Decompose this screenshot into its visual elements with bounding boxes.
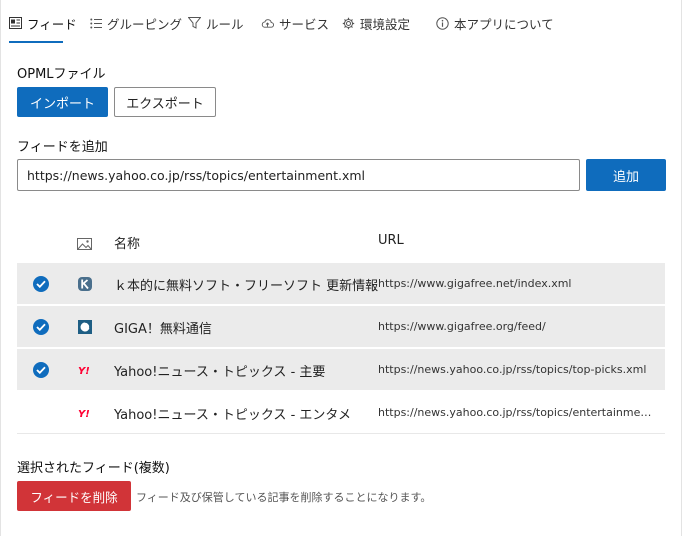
add-feed-label: フィードを追加	[17, 140, 108, 155]
tab-about-label: 本アプリについて	[454, 16, 554, 32]
tab-preferences-label: 環境設定	[360, 16, 411, 32]
column-url-header[interactable]: URL	[378, 233, 404, 248]
table-row[interactable]: ｋ本的に無料ソフト・フリーソフト 更新情報 https://www.gigafr…	[17, 263, 665, 305]
gigafree-k-icon	[77, 276, 93, 292]
table-row[interactable]: Y! Yahoo!ニュース・トピックス - 主要 https://news.ya…	[17, 349, 665, 391]
tab-feed-label: フィード	[27, 16, 77, 32]
svg-text:Y!: Y!	[78, 409, 90, 420]
table-row[interactable]: GIGA！無料通信 https://www.gigafree.org/feed/	[17, 306, 665, 348]
feed-icon	[9, 17, 22, 30]
yahoo-icon: Y!	[77, 362, 93, 378]
delete-feeds-button[interactable]: フィードを削除	[17, 481, 131, 511]
table-row[interactable]: Y! Yahoo!ニュース・トピックス - エンタメ https://news.…	[17, 392, 665, 434]
feed-table-header: 名称 URL	[17, 222, 665, 260]
delete-warning-text: フィード及び保管している記事を削除することになります。	[136, 491, 432, 504]
tab-feed[interactable]: フィード	[9, 12, 77, 34]
tab-services-label: サービス	[279, 16, 330, 32]
feed-url: https://www.gigafree.net/index.xml	[378, 277, 572, 290]
opml-label: OPMLファイル	[17, 67, 106, 82]
feed-name: ｋ本的に無料ソフト・フリーソフト 更新情報	[114, 279, 379, 294]
tab-rules[interactable]: ルール	[188, 12, 244, 34]
gigafree-org-icon	[77, 319, 93, 335]
feed-name: GIGA！無料通信	[114, 322, 212, 337]
tab-grouping[interactable]: グルーピング	[89, 12, 182, 34]
gear-icon	[342, 17, 355, 30]
feed-name: Yahoo!ニュース・トピックス - 主要	[114, 365, 326, 380]
feed-name: Yahoo!ニュース・トピックス - エンタメ	[114, 408, 352, 423]
active-tab-indicator	[9, 41, 63, 43]
cloud-icon	[261, 17, 274, 30]
import-button[interactable]: インポート	[17, 87, 108, 117]
image-icon	[77, 235, 92, 254]
info-icon	[436, 16, 449, 30]
selected-check-icon[interactable]	[33, 319, 49, 335]
svg-text:Y!: Y!	[78, 366, 90, 377]
selected-feeds-label: 選択されたフィード(複数)	[17, 461, 170, 476]
tab-bar: フィード グルーピング ルール サービス 環境設定 本アプリについて	[1, 0, 682, 46]
filter-icon	[188, 17, 201, 30]
feed-url: https://news.yahoo.co.jp/rss/topics/ente…	[378, 406, 658, 419]
list-icon	[89, 17, 102, 30]
tab-rules-label: ルール	[206, 16, 244, 32]
feed-url-input[interactable]	[17, 159, 580, 191]
tab-grouping-label: グルーピング	[107, 16, 183, 32]
tab-services[interactable]: サービス	[261, 12, 329, 34]
yahoo-icon: Y!	[77, 405, 93, 421]
settings-window: フィード グルーピング ルール サービス 環境設定 本アプリについて OPMLフ…	[0, 0, 682, 536]
selected-check-icon[interactable]	[33, 362, 49, 378]
tab-about[interactable]: 本アプリについて	[436, 12, 554, 34]
feed-url: https://www.gigafree.org/feed/	[378, 320, 546, 333]
column-name-header[interactable]: 名称	[114, 233, 140, 252]
selected-check-icon[interactable]	[33, 276, 49, 292]
export-button[interactable]: エクスポート	[114, 87, 216, 117]
add-feed-button[interactable]: 追加	[586, 159, 666, 191]
tab-preferences[interactable]: 環境設定	[342, 12, 410, 34]
feed-url: https://news.yahoo.co.jp/rss/topics/top-…	[378, 363, 647, 376]
